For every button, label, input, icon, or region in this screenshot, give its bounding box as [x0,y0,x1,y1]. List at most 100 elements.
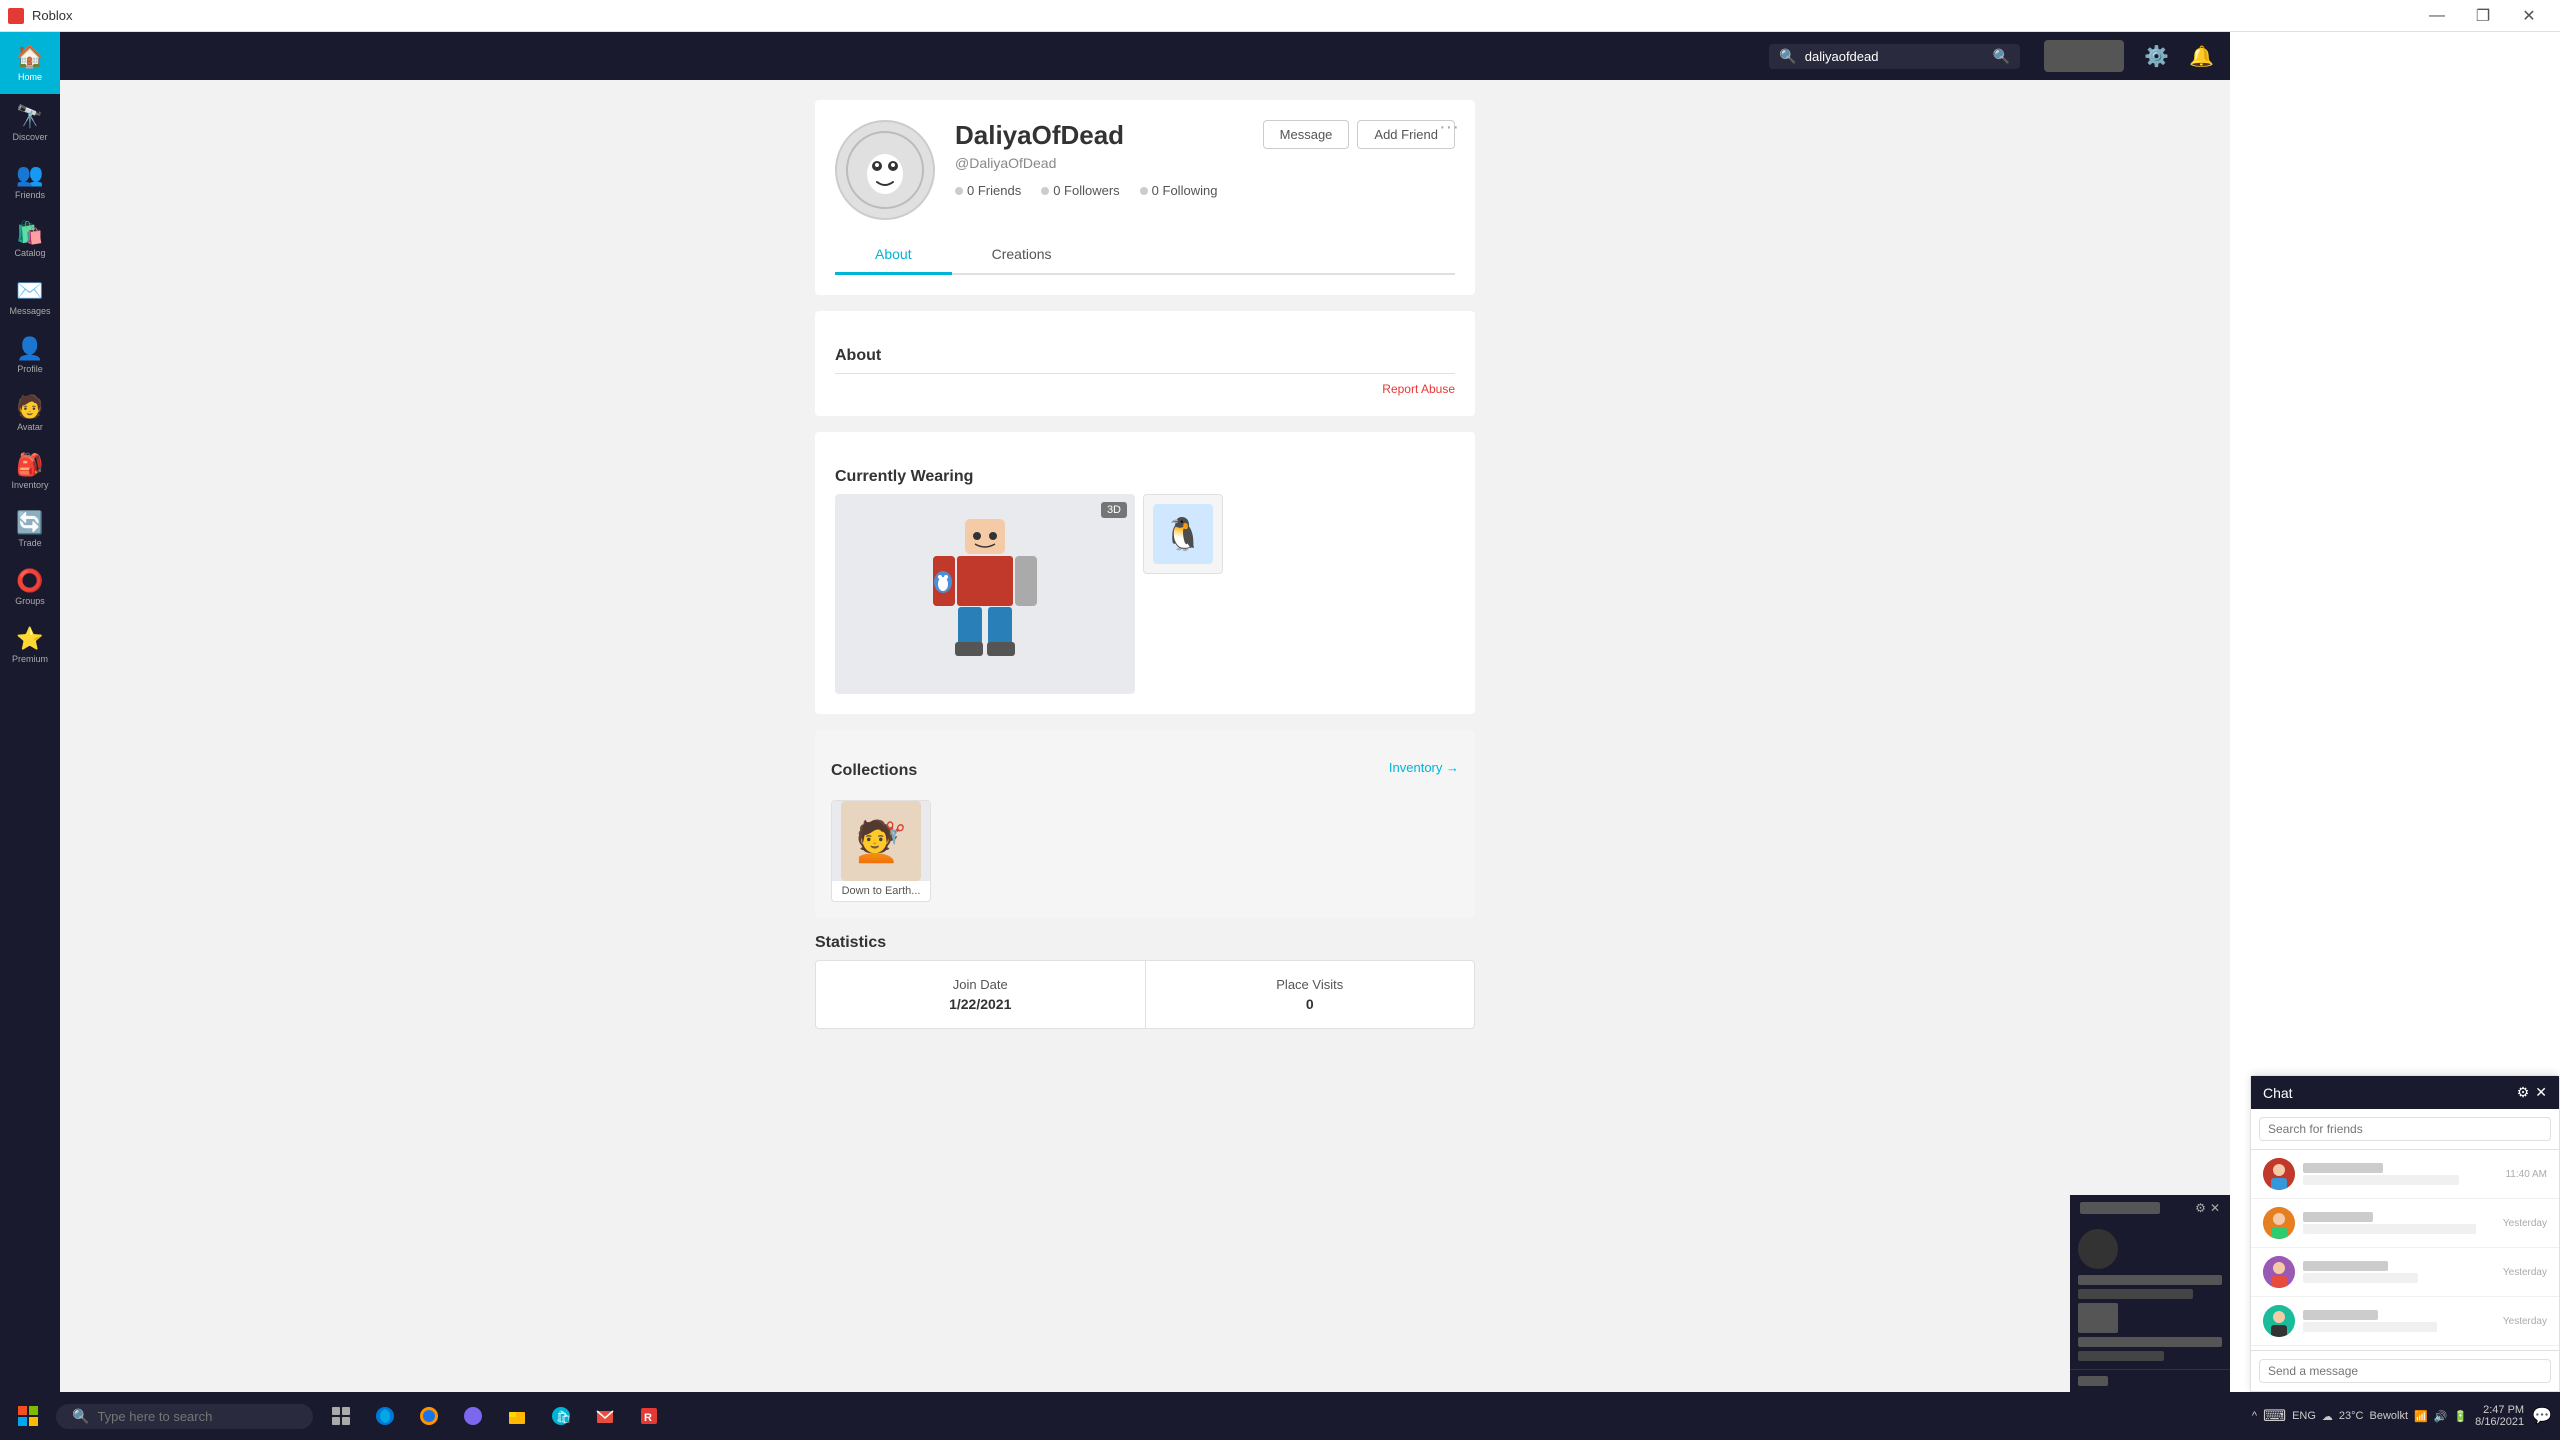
taskbar-taskview-icon[interactable] [321,1396,361,1436]
message-button[interactable]: Message [1263,120,1350,149]
sidebar-label-groups: Groups [15,596,45,606]
chat-settings-icon[interactable]: ⚙ [2517,1084,2530,1101]
followers-stat: 0 Followers [1041,183,1119,198]
join-date-cell: Join Date 1/22/2021 [816,961,1146,1028]
taskbar-firefox-icon[interactable] [409,1396,449,1436]
taskbar-search-input[interactable] [97,1409,297,1424]
mini-chat-avatar [2078,1229,2118,1269]
search-submit-icon[interactable]: 🔍 [1993,48,2010,65]
taskbar-keyboard-icon[interactable]: ⌨ [2263,1406,2286,1426]
taskbar-chevron-icon[interactable]: ^ [2252,1410,2257,1422]
sidebar-item-messages[interactable]: ✉️ Messages [0,268,60,326]
header-search-input[interactable] [1805,49,1985,64]
sidebar-item-discover[interactable]: 🔭 Discover [0,94,60,152]
chat-item-1[interactable]: 11:40 AM [2251,1150,2559,1199]
chat-title: Chat [2263,1085,2293,1101]
taskbar-app3-icon[interactable] [453,1396,493,1436]
chat-time-1: 11:40 AM [2505,1169,2547,1180]
taskbar-right: ^ ⌨ ENG ☁ 23°C Bewolkt 📶 🔊 🔋 2:47 PM 8/1… [2252,1404,2552,1428]
inventory-link[interactable]: Inventory → [1389,760,1459,775]
mini-chat-popup: ⚙ ✕ [2070,1195,2230,1392]
app-icon [8,8,24,24]
header-search-box[interactable]: 🔍 🔍 [1769,44,2020,69]
sidebar-item-inventory[interactable]: 🎒 Inventory [0,442,60,500]
taskbar-time-block: 2:47 PM 8/16/2021 [2475,1404,2524,1428]
chat-close-icon[interactable]: ✕ [2535,1084,2547,1101]
report-abuse-link[interactable]: Report Abuse [835,382,1455,396]
restore-button[interactable]: ❐ [2460,0,2506,32]
taskbar-store-icon[interactable]: 🛍 [541,1396,581,1436]
taskbar-notification-icon[interactable]: 💬 [2532,1406,2552,1426]
chat-preview-3 [2303,1273,2418,1283]
chat-name-1 [2303,1163,2383,1173]
following-stat: 0 Following [1140,183,1218,198]
chat-list: 11:40 AM Yesterday [2251,1150,2559,1350]
chat-search-input[interactable] [2259,1117,2551,1141]
currently-wearing-section: Currently Wearing [815,432,1475,714]
start-button[interactable] [8,1396,48,1436]
sidebar-item-profile[interactable]: 👤 Profile [0,326,60,384]
friends-icon: 👥 [16,162,43,188]
taskbar-roblox-icon[interactable]: R [629,1396,669,1436]
chat-avatar-1 [2263,1158,2295,1190]
taskbar-search-icon: 🔍 [72,1408,89,1425]
trade-icon: 🔄 [16,510,43,536]
collection-items-row: 💇 Down to Earth... [831,800,1459,902]
svg-text:🛍: 🛍 [556,1410,571,1424]
chat-message-input[interactable] [2259,1359,2551,1383]
close-button[interactable]: ✕ [2506,0,2552,32]
chat-avatar-4 [2263,1305,2295,1337]
minimize-button[interactable]: — [2414,0,2460,32]
sidebar-item-trade[interactable]: 🔄 Trade [0,500,60,558]
friends-dot [955,187,963,195]
tab-about[interactable]: About [835,236,952,275]
taskbar-search[interactable]: 🔍 [56,1404,313,1429]
mini-chat-line2 [2078,1289,2193,1299]
stats-grid: Join Date 1/22/2021 Place Visits 0 [815,960,1475,1029]
chat-time-2: Yesterday [2503,1218,2547,1229]
profile-header-card: DaliyaOfDead @DaliyaOfDead 0 Friends 0 F… [815,100,1475,295]
sidebar-item-home[interactable]: 🏠 Home [0,32,60,94]
app-container: 🏠 Home 🔭 Discover 👥 Friends 🛍️ Catalog ✉… [0,32,2560,1440]
profile-actions: Message Add Friend [1263,120,1455,149]
taskbar-edge-icon[interactable] [365,1396,405,1436]
more-options-button[interactable]: ··· [1439,116,1459,139]
sidebar-item-premium[interactable]: ⭐ Premium [0,616,60,674]
sidebar-item-groups[interactable]: ⭕ Groups [0,558,60,616]
sidebar: 🏠 Home 🔭 Discover 👥 Friends 🛍️ Catalog ✉… [0,32,60,1440]
chat-item-2[interactable]: Yesterday [2251,1199,2559,1248]
friends-count: 0 Friends [967,183,1021,198]
taskbar-explorer-icon[interactable] [497,1396,537,1436]
search-icon-header: 🔍 [1779,48,1796,65]
mini-chat-body [2070,1221,2230,1369]
wearing-item-penguin[interactable]: 🐧 [1143,494,1223,574]
taskbar-location: Bewolkt [2370,1410,2409,1422]
sidebar-item-friends[interactable]: 👥 Friends [0,152,60,210]
taskbar-sound-icon[interactable]: 🔊 [2434,1410,2448,1423]
wearing-items-list: 🐧 [1143,494,1223,694]
sidebar-item-avatar[interactable]: 🧑 Avatar [0,384,60,442]
settings-icon[interactable]: ⚙️ [2144,44,2169,69]
window-controls: — ❐ ✕ [2414,0,2552,32]
windows-logo [18,1406,38,1426]
mini-chat-close-icon[interactable]: ✕ [2210,1201,2220,1215]
sidebar-item-catalog[interactable]: 🛍️ Catalog [0,210,60,268]
catalog-icon: 🛍️ [16,220,43,246]
svg-text:R: R [644,1412,652,1424]
taskbar-mail-icon[interactable] [585,1396,625,1436]
roblox-header: 🔍 🔍 ⚙️ 🔔 [60,32,2230,80]
notification-icon[interactable]: 🔔 [2189,44,2214,69]
mini-chat-settings-icon[interactable]: ⚙ [2195,1201,2206,1215]
profile-stats: 0 Friends 0 Followers 0 Following [955,183,1243,198]
main-scroll[interactable]: 🔍 🔍 ⚙️ 🔔 [60,32,2230,1440]
mini-chat-line1 [2078,1275,2222,1285]
tab-creations[interactable]: Creations [952,236,1092,275]
following-count: 0 Following [1152,183,1218,198]
place-visits-cell: Place Visits 0 [1146,961,1475,1028]
chat-item-3[interactable]: Yesterday [2251,1248,2559,1297]
chat-item-4[interactable]: Yesterday [2251,1297,2559,1346]
main-area: 🔍 🔍 ⚙️ 🔔 [60,32,2560,1440]
collection-item-0[interactable]: 💇 Down to Earth... [831,800,931,902]
profile-username: DaliyaOfDead [955,120,1243,151]
collection-item-name-0: Down to Earth... [832,881,930,901]
